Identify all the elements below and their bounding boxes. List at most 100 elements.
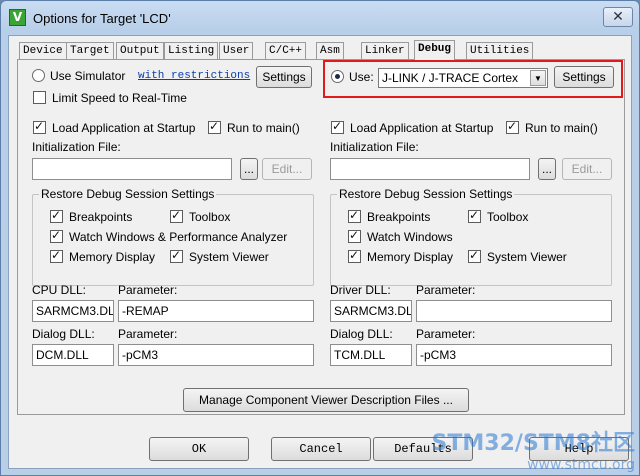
driver-select-value: J-LINK / J-TRACE Cortex (382, 71, 519, 85)
right-memory-checkbox[interactable] (348, 248, 361, 263)
right-memory-option[interactable]: Memory Display (348, 248, 454, 264)
driver-param-label: Parameter: (416, 283, 476, 297)
tab-user[interactable]: User (219, 42, 254, 59)
left-init-file-label: Initialization File: (32, 140, 121, 154)
right-restore-title: Restore Debug Session Settings (337, 187, 515, 201)
limit-speed-option[interactable]: Limit Speed to Real-Time (33, 91, 187, 105)
right-watch-option[interactable]: Watch Windows (348, 228, 453, 244)
left-toolbox-option[interactable]: Toolbox (170, 208, 231, 224)
limit-speed-label: Limit Speed to Real-Time (52, 91, 187, 105)
left-system-viewer-label: System Viewer (189, 250, 269, 264)
with-restrictions-link[interactable]: with restrictions (138, 70, 250, 82)
cpu-dll-input[interactable]: SARMCM3.DLL (32, 300, 114, 322)
left-dialog-param-label: Parameter: (118, 327, 178, 341)
left-breakpoints-option[interactable]: Breakpoints (50, 208, 132, 224)
right-run-to-main-option[interactable]: Run to main() (506, 119, 598, 135)
right-breakpoints-checkbox[interactable] (348, 208, 361, 223)
left-browse-button[interactable]: ... (240, 158, 258, 180)
right-breakpoints-option[interactable]: Breakpoints (348, 208, 431, 224)
tab-listing[interactable]: Listing (164, 42, 219, 59)
left-run-to-main-checkbox[interactable] (208, 119, 221, 134)
right-toolbox-label: Toolbox (487, 210, 529, 224)
right-breakpoints-label: Breakpoints (367, 210, 431, 224)
right-system-viewer-label: System Viewer (487, 250, 567, 264)
left-watch-label: Watch Windows & Performance Analyzer (69, 230, 288, 244)
use-simulator-radio[interactable] (32, 69, 45, 82)
dialog-window: V Options for Target 'LCD' ✕ Device Targ… (0, 0, 640, 476)
driver-dll-label: Driver DLL: (330, 283, 391, 297)
tab-device[interactable]: Device (19, 42, 67, 59)
title-bar[interactable]: V Options for Target 'LCD' ✕ (1, 1, 639, 35)
right-watch-checkbox[interactable] (348, 228, 361, 243)
driver-settings-button[interactable]: Settings (554, 66, 614, 88)
left-load-app-option[interactable]: Load Application at Startup (33, 119, 195, 135)
right-run-to-main-checkbox[interactable] (506, 119, 519, 134)
right-dialog-param-input[interactable]: -pCM3 (416, 344, 612, 366)
left-toolbox-checkbox[interactable] (170, 208, 183, 223)
left-toolbox-label: Toolbox (189, 210, 231, 224)
left-run-to-main-option[interactable]: Run to main() (208, 119, 300, 135)
left-dialog-dll-label: Dialog DLL: (32, 327, 95, 341)
tab-utilities[interactable]: Utilities (466, 42, 534, 59)
tab-linker[interactable]: Linker (361, 42, 409, 59)
simulator-settings-button[interactable]: Settings (256, 66, 312, 88)
right-load-app-option[interactable]: Load Application at Startup (331, 119, 494, 135)
right-load-app-checkbox[interactable] (331, 119, 344, 134)
window-title: Options for Target 'LCD' (33, 11, 171, 26)
tab-c-cpp[interactable]: C/C++ (265, 42, 307, 59)
tab-output[interactable]: Output (116, 42, 164, 59)
use-driver-radio[interactable] (331, 70, 344, 83)
watermark: STM32/STM8社区 www.stmcu.org (432, 425, 635, 473)
right-init-file-input[interactable] (330, 158, 530, 180)
driver-select[interactable]: J-LINK / J-TRACE Cortex ▼ (378, 68, 548, 88)
right-browse-button[interactable]: ... (538, 158, 556, 180)
cancel-button[interactable]: Cancel (271, 437, 371, 461)
use-driver-option[interactable]: Use: (331, 70, 374, 84)
left-memory-option[interactable]: Memory Display (50, 248, 156, 264)
left-restore-group: Restore Debug Session Settings Breakpoin… (32, 187, 314, 286)
right-dialog-dll-label: Dialog DLL: (330, 327, 393, 341)
right-system-viewer-option[interactable]: System Viewer (468, 248, 567, 264)
tab-debug[interactable]: Debug (414, 40, 456, 60)
right-restore-group: Restore Debug Session Settings Breakpoin… (330, 187, 612, 286)
left-run-to-main-label: Run to main() (227, 121, 300, 135)
right-init-file-label: Initialization File: (330, 140, 419, 154)
watermark-url: www.stmcu.org (527, 457, 635, 473)
left-load-app-checkbox[interactable] (33, 119, 46, 134)
cpu-param-label: Parameter: (118, 283, 178, 297)
left-init-file-input[interactable] (32, 158, 232, 180)
right-watch-label: Watch Windows (367, 230, 453, 244)
close-button[interactable]: ✕ (603, 7, 633, 27)
manage-component-viewer-button[interactable]: Manage Component Viewer Description File… (183, 388, 469, 412)
driver-dll-input[interactable]: SARMCM3.DLL (330, 300, 412, 322)
tab-target[interactable]: Target (66, 42, 114, 59)
left-dialog-param-input[interactable]: -pCM3 (118, 344, 314, 366)
use-driver-label: Use: (349, 70, 374, 84)
debug-panel: Use Simulator with restrictions Settings… (17, 59, 625, 415)
tab-asm[interactable]: Asm (316, 42, 344, 59)
right-toolbox-option[interactable]: Toolbox (468, 208, 529, 224)
left-system-viewer-option[interactable]: System Viewer (170, 248, 269, 264)
use-simulator-option[interactable]: Use Simulator (32, 69, 125, 83)
left-dialog-dll-input[interactable]: DCM.DLL (32, 344, 114, 366)
left-restore-title: Restore Debug Session Settings (39, 187, 217, 201)
right-load-app-label: Load Application at Startup (350, 121, 494, 135)
right-memory-label: Memory Display (367, 250, 454, 264)
left-watch-option[interactable]: Watch Windows & Performance Analyzer (50, 228, 288, 244)
left-breakpoints-checkbox[interactable] (50, 208, 63, 223)
left-edit-button[interactable]: Edit... (262, 158, 312, 180)
left-memory-label: Memory Display (69, 250, 156, 264)
right-edit-button[interactable]: Edit... (562, 158, 612, 180)
left-watch-checkbox[interactable] (50, 228, 63, 243)
driver-param-input[interactable] (416, 300, 612, 322)
left-memory-checkbox[interactable] (50, 248, 63, 263)
right-toolbox-checkbox[interactable] (468, 208, 481, 223)
left-system-viewer-checkbox[interactable] (170, 248, 183, 263)
use-simulator-label: Use Simulator (50, 69, 126, 83)
chevron-down-icon[interactable]: ▼ (530, 70, 546, 86)
limit-speed-checkbox[interactable] (33, 91, 46, 104)
right-system-viewer-checkbox[interactable] (468, 248, 481, 263)
ok-button[interactable]: OK (149, 437, 249, 461)
cpu-param-input[interactable]: -REMAP (118, 300, 314, 322)
right-dialog-dll-input[interactable]: TCM.DLL (330, 344, 412, 366)
